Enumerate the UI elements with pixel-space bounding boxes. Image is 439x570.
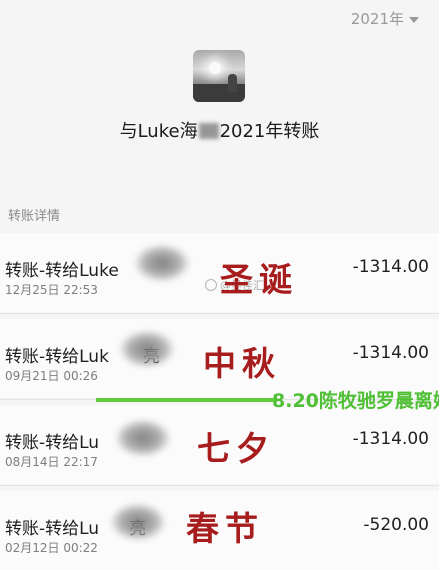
chevron-down-icon xyxy=(409,16,419,23)
contact-avatar xyxy=(193,50,245,102)
transaction-amount: -1314.00 xyxy=(352,257,429,277)
divider xyxy=(0,485,439,486)
summary-title-right: 2021年转账 xyxy=(219,121,320,142)
summary-title-left: 与Luke海 xyxy=(119,121,198,142)
annotation-line xyxy=(96,398,276,402)
transaction-title: 转账-转给Lu xyxy=(5,433,100,453)
summary-title: 与Luke海 2021年转账 xyxy=(0,117,439,143)
transaction-title: 转账-转给Luke xyxy=(5,261,119,281)
name-mosaic xyxy=(110,503,166,541)
transaction-time: 12月25日 22:53 xyxy=(5,283,98,297)
transaction-time: 09月21日 00:26 xyxy=(5,369,98,383)
name-mosaic xyxy=(119,330,175,368)
year-label: 2021年 xyxy=(350,10,404,28)
transaction-time: 02月12日 00:22 xyxy=(5,541,98,555)
transaction-time: 08月14日 22:17 xyxy=(5,455,98,469)
weibo-icon xyxy=(205,279,217,291)
holiday-label: 七夕 xyxy=(197,429,275,468)
holiday-label: 中秋 xyxy=(203,344,281,383)
year-picker[interactable]: 2021年 xyxy=(351,8,419,29)
name-mosaic xyxy=(134,244,190,282)
transaction-amount: -1314.00 xyxy=(352,343,429,363)
name-mosaic xyxy=(198,123,219,139)
transaction-amount: -1314.00 xyxy=(352,429,429,449)
holiday-label: 圣诞 xyxy=(220,260,298,299)
annotation-text: 8.20陈牧驰罗晨离婚 xyxy=(272,390,439,412)
name-mosaic xyxy=(115,419,171,457)
transaction-amount: -520.00 xyxy=(363,515,429,535)
section-label: 转账详情 xyxy=(8,209,61,224)
holiday-label: 春节 xyxy=(186,509,264,548)
divider xyxy=(0,313,439,314)
